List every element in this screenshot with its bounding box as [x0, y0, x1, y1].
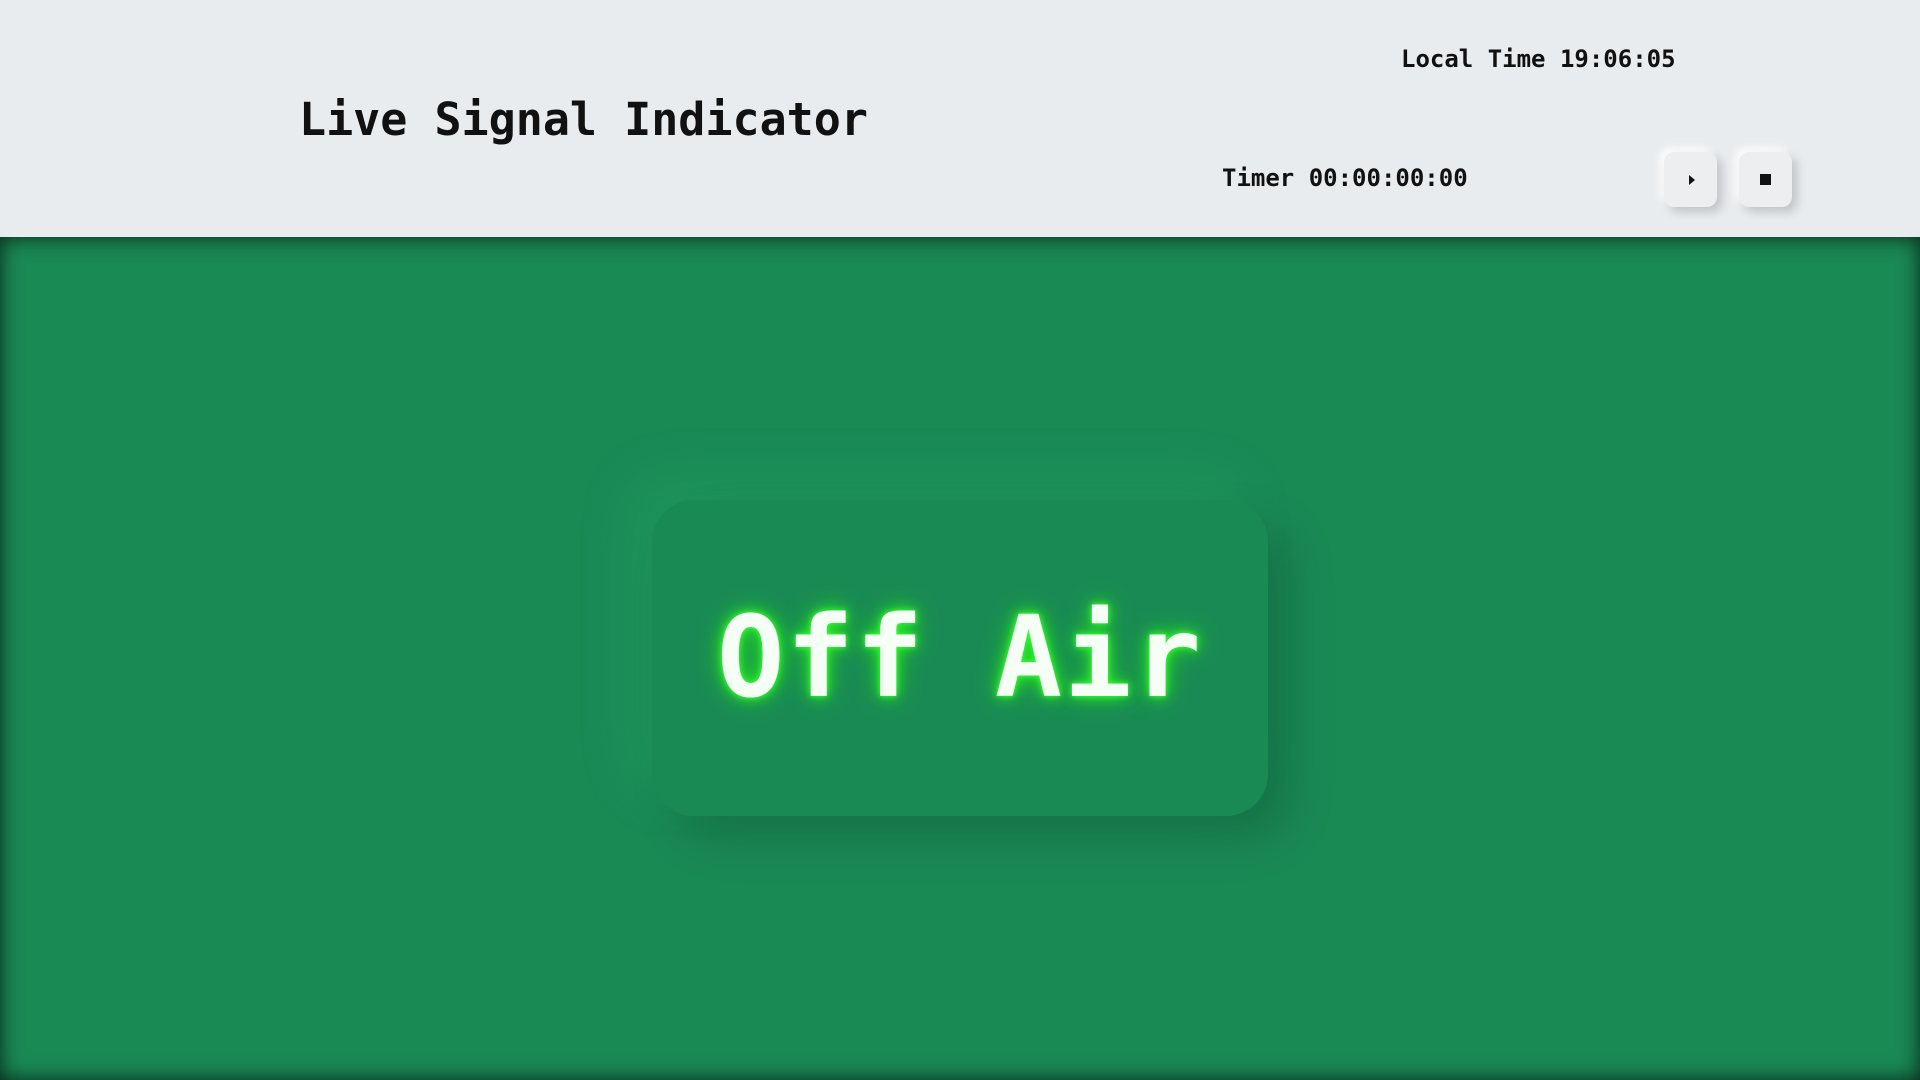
signal-status-text: Off Air: [716, 593, 1203, 723]
signal-status-card: Off Air: [652, 500, 1268, 816]
play-button[interactable]: [1664, 152, 1717, 207]
stop-button[interactable]: [1739, 152, 1792, 207]
local-time-display: Local Time 19:06:05: [1401, 45, 1676, 73]
signal-stage: Off Air: [0, 237, 1920, 1080]
timer-display: Timer 00:00:00:00: [1222, 164, 1468, 192]
page-title: Live Signal Indicator: [299, 93, 868, 146]
play-icon: [1688, 174, 1695, 185]
stop-icon: [1760, 174, 1771, 185]
header-bar: Live Signal Indicator Local Time 19:06:0…: [0, 0, 1920, 237]
